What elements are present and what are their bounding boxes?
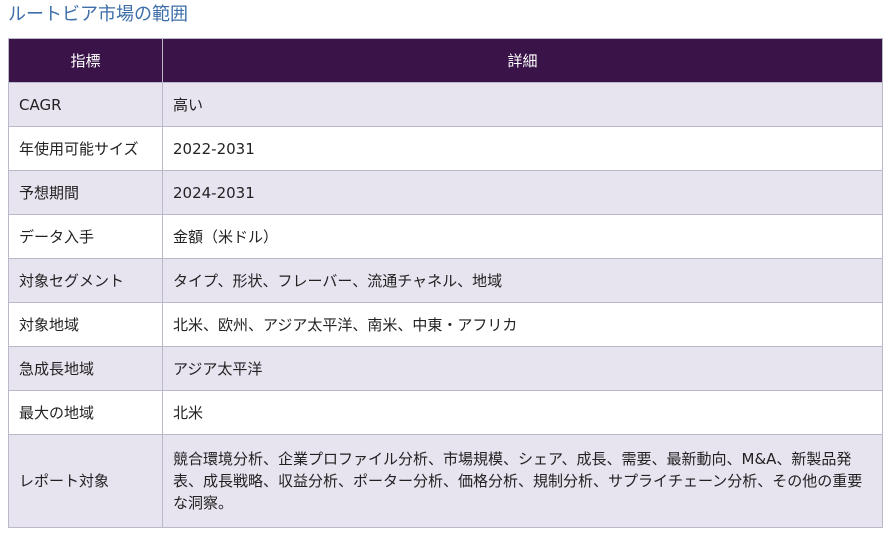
row-value: 高い xyxy=(162,82,883,127)
row-key: 対象地域 xyxy=(8,302,163,347)
row-key: レポート対象 xyxy=(8,434,163,528)
table-row: 急成長地域 アジア太平洋 xyxy=(8,346,883,391)
table-row: データ入手 金額（米ドル） xyxy=(8,214,883,259)
row-key: 最大の地域 xyxy=(8,390,163,435)
row-value: 2022-2031 xyxy=(162,126,883,171)
row-value: 北米、欧州、アジア太平洋、南米、中東・アフリカ xyxy=(162,302,883,347)
table-row: 対象セグメント タイプ、形状、フレーバー、流通チャネル、地域 xyxy=(8,258,883,303)
row-value: タイプ、形状、フレーバー、流通チャネル、地域 xyxy=(162,258,883,303)
row-value: アジア太平洋 xyxy=(162,346,883,391)
header-metric: 指標 xyxy=(8,38,163,83)
header-detail: 詳細 xyxy=(162,38,883,83)
row-value: 金額（米ドル） xyxy=(162,214,883,259)
page-title: ルートビア市場の範囲 xyxy=(8,4,188,25)
table-row: CAGR 高い xyxy=(8,82,883,127)
row-key: 年使用可能サイズ xyxy=(8,126,163,171)
row-key: データ入手 xyxy=(8,214,163,259)
table-row: 年使用可能サイズ 2022-2031 xyxy=(8,126,883,171)
table-row: 最大の地域 北米 xyxy=(8,390,883,435)
row-value: 北米 xyxy=(162,390,883,435)
row-key: 予想期間 xyxy=(8,170,163,215)
table-row: レポート対象 競合環境分析、企業プロファイル分析、市場規模、シェア、成長、需要、… xyxy=(8,434,883,528)
row-key: CAGR xyxy=(8,82,163,127)
table-header-row: 指標 詳細 xyxy=(8,38,883,83)
market-scope-table: 指標 詳細 CAGR 高い 年使用可能サイズ 2022-2031 予想期間 20… xyxy=(8,38,883,528)
row-key: 急成長地域 xyxy=(8,346,163,391)
table-row: 対象地域 北米、欧州、アジア太平洋、南米、中東・アフリカ xyxy=(8,302,883,347)
row-key: 対象セグメント xyxy=(8,258,163,303)
table-row: 予想期間 2024-2031 xyxy=(8,170,883,215)
row-value: 競合環境分析、企業プロファイル分析、市場規模、シェア、成長、需要、最新動向、M&… xyxy=(162,434,883,528)
row-value: 2024-2031 xyxy=(162,170,883,215)
